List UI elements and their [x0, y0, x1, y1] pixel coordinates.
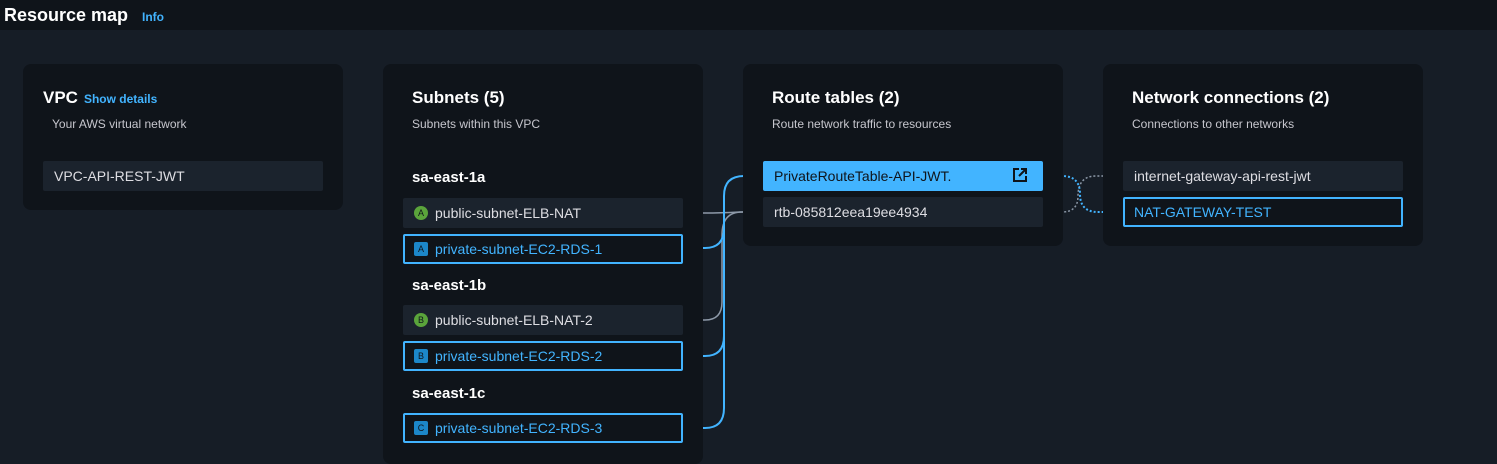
subnet-private-ec2-rds-1[interactable]: A private-subnet-EC2-RDS-1	[403, 234, 683, 264]
route-tables-title: Route tables (2)	[772, 88, 900, 107]
private-subnet-badge-icon: A	[414, 242, 428, 256]
route-tables-card: Route tables (2) Route network traffic t…	[743, 64, 1063, 246]
route-table-rtb[interactable]: rtb-085812eea19ee4934	[763, 197, 1043, 227]
private-subnet-badge-icon: C	[414, 421, 428, 435]
vpc-title: VPC Show details	[43, 88, 157, 108]
vpc-node[interactable]: VPC-API-REST-JWT	[43, 161, 323, 191]
subnet-label: public-subnet-ELB-NAT	[435, 205, 582, 221]
page-title: Resource map	[4, 5, 129, 25]
subnet-private-ec2-rds-2[interactable]: B private-subnet-EC2-RDS-2	[403, 341, 683, 371]
vpc-card: VPC Show details Your AWS virtual network…	[23, 64, 343, 210]
network-connections-card: Network connections (2) Connections to o…	[1103, 64, 1423, 246]
vpc-subtitle: Your AWS virtual network	[52, 117, 187, 131]
network-connections-subtitle: Connections to other networks	[1132, 117, 1295, 131]
nat-gateway-node[interactable]: NAT-GATEWAY-TEST	[1123, 197, 1403, 227]
external-link-icon[interactable]	[1013, 168, 1027, 182]
subnet-label: private-subnet-EC2-RDS-3	[435, 420, 603, 436]
subnet-private-ec2-rds-3[interactable]: C private-subnet-EC2-RDS-3	[403, 413, 683, 443]
info-link[interactable]: Info	[142, 10, 164, 24]
public-subnet-badge-icon: B	[414, 313, 428, 327]
subnet-label: private-subnet-EC2-RDS-1	[435, 241, 603, 257]
network-connections-title: Network connections (2)	[1132, 88, 1330, 107]
resource-map-header: Resource map Info	[0, 0, 1497, 30]
vpc-title-text: VPC	[43, 88, 78, 107]
internet-gateway-node[interactable]: internet-gateway-api-rest-jwt	[1123, 161, 1403, 191]
route-table-private-api-jwt[interactable]: PrivateRouteTable-API-JWT.	[763, 161, 1043, 191]
az-label: sa-east-1a	[412, 169, 486, 186]
public-subnet-badge-icon: A	[414, 206, 428, 220]
private-subnet-badge-icon: B	[414, 349, 428, 363]
subnet-label: public-subnet-ELB-NAT-2	[435, 312, 593, 328]
resource-map-canvas: VPC Show details Your AWS virtual network…	[0, 30, 1497, 464]
subnets-title: Subnets (5)	[412, 88, 505, 107]
subnet-public-elb-nat-2[interactable]: B public-subnet-ELB-NAT-2	[403, 305, 683, 335]
route-tables-subtitle: Route network traffic to resources	[772, 117, 952, 131]
az-label: sa-east-1b	[412, 277, 487, 294]
route-table-label: PrivateRouteTable-API-JWT.	[774, 168, 952, 184]
subnets-subtitle: Subnets within this VPC	[412, 117, 541, 131]
subnets-card: Subnets (5) Subnets within this VPC sa-e…	[383, 64, 703, 464]
subnet-label: private-subnet-EC2-RDS-2	[435, 348, 603, 364]
show-details-link[interactable]: Show details	[84, 92, 157, 106]
az-label: sa-east-1c	[412, 385, 486, 402]
subnet-public-elb-nat[interactable]: A public-subnet-ELB-NAT	[403, 198, 683, 228]
